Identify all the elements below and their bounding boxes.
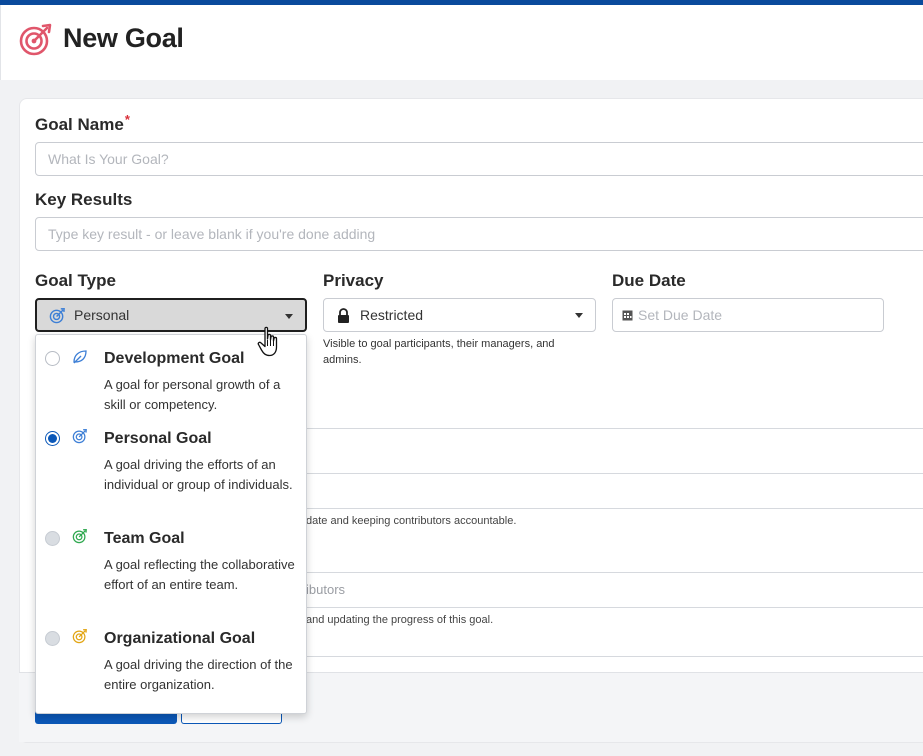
accountable-help-text: date and keeping contributors accountabl…	[306, 515, 517, 527]
page-title: New Goal	[63, 23, 184, 53]
privacy-select[interactable]: Restricted	[323, 298, 596, 332]
radio-button[interactable]	[45, 351, 60, 366]
required-marker: *	[124, 112, 130, 127]
goal-name-label: Goal Name*	[35, 112, 130, 135]
divider	[300, 572, 923, 573]
option-organizational-goal[interactable]: Organizational Goal A goal driving the d…	[36, 628, 306, 698]
due-date-label: Due Date	[612, 271, 686, 290]
goal-type-value: Personal	[74, 307, 130, 323]
goal-name-label-text: Goal Name	[35, 115, 124, 134]
option-title: Development Goal	[104, 350, 245, 367]
option-description: A goal for personal growth of a skill or…	[104, 377, 281, 412]
goal-name-input[interactable]	[35, 142, 923, 176]
divider	[300, 508, 923, 509]
divider	[300, 656, 923, 657]
option-title: Personal Goal	[104, 430, 212, 447]
key-results-input[interactable]	[35, 217, 923, 251]
divider	[300, 428, 923, 429]
radio-button[interactable]	[45, 631, 60, 646]
divider	[300, 473, 923, 474]
radio-button-selected[interactable]	[45, 431, 60, 446]
leaf-icon	[73, 350, 87, 364]
radio-button[interactable]	[45, 531, 60, 546]
target-icon	[72, 628, 87, 644]
target-icon	[72, 528, 87, 544]
calendar-icon	[622, 310, 633, 321]
option-description: A goal reflecting the collaborative effo…	[104, 557, 295, 592]
option-team-goal[interactable]: Team Goal A goal reflecting the collabor…	[36, 528, 306, 618]
option-title: Team Goal	[104, 530, 185, 547]
key-results-label: Key Results	[35, 190, 133, 209]
divider	[300, 607, 923, 608]
target-icon	[19, 23, 52, 56]
target-icon	[49, 307, 65, 323]
privacy-value: Restricted	[360, 307, 424, 323]
due-date-input[interactable]: Set Due Date	[612, 298, 884, 332]
contributors-placeholder: ibutors	[306, 582, 346, 597]
option-description: A goal driving the efforts of an individ…	[104, 457, 293, 492]
option-personal-goal[interactable]: Personal Goal A goal driving the efforts…	[36, 428, 306, 518]
page-header: New Goal	[0, 5, 923, 80]
contributors-help-text: and updating the progress of this goal.	[306, 614, 494, 626]
due-date-placeholder: Set Due Date	[638, 307, 723, 323]
hand-pointer-icon	[257, 326, 278, 357]
privacy-label: Privacy	[323, 271, 384, 290]
option-development-goal[interactable]: Development Goal A goal for personal gro…	[36, 348, 306, 418]
chevron-down-icon	[285, 314, 293, 319]
lock-icon	[338, 307, 349, 323]
chevron-down-icon	[575, 313, 583, 318]
target-icon	[72, 428, 87, 444]
option-description: A goal driving the direction of the enti…	[104, 657, 293, 692]
goal-type-dropdown: Development Goal A goal for personal gro…	[35, 334, 307, 714]
privacy-help-text: Visible to goal participants, their mana…	[323, 338, 555, 366]
goal-type-label: Goal Type	[35, 271, 116, 290]
option-title: Organizational Goal	[104, 630, 256, 647]
